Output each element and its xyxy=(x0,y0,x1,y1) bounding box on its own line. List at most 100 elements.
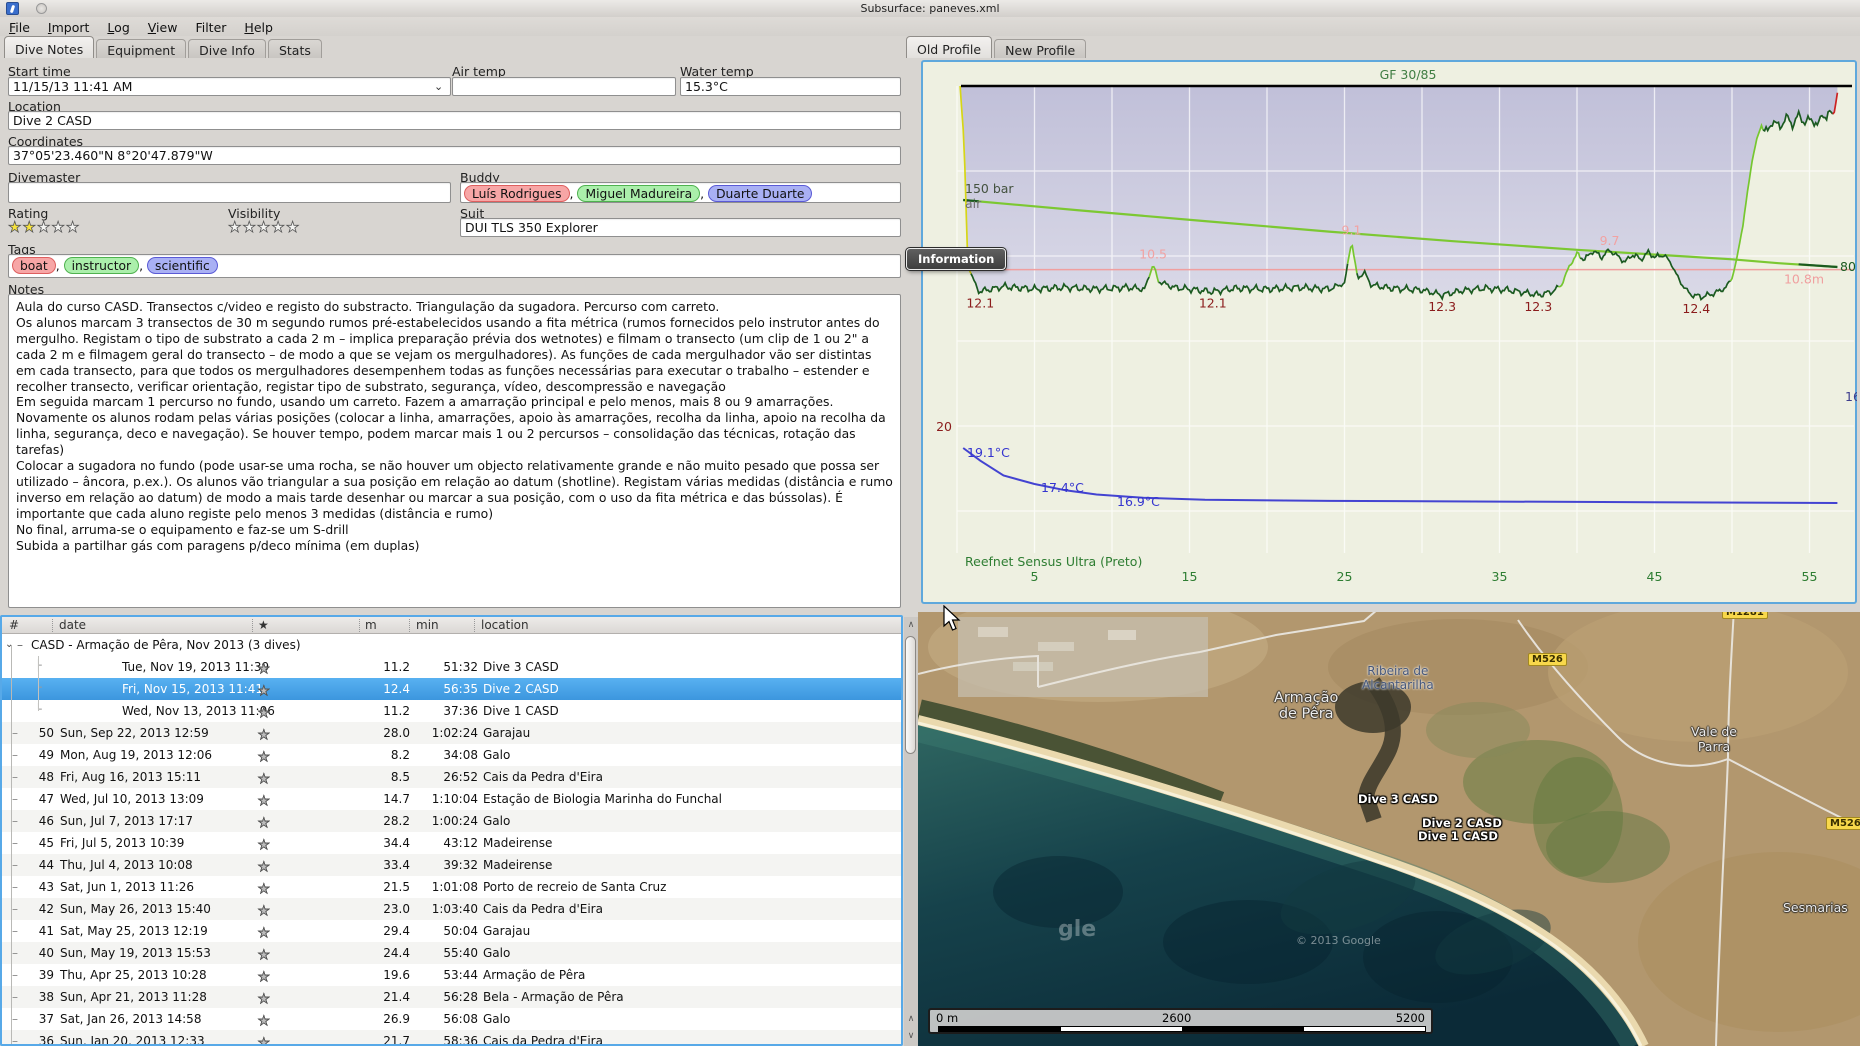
dive-row-43[interactable]: –43 Sat, Jun 1, 2013 11:26 ★ ★ ★ ★ ★ 21.5 1:01:0… xyxy=(2,876,901,898)
dive-row-37[interactable]: –37 Sat, Jan 26, 2013 14:58 ★ ★ ★ ★ ★ 26.9 56:08… xyxy=(2,1008,901,1030)
dive-row-dive-2-casd[interactable]: ├Fri, Nov 15, 2013 11:41★★★★★12.456:35Di… xyxy=(2,678,901,700)
star-icon[interactable]: ★ xyxy=(258,728,270,744)
dive-row-47[interactable]: –47 Wed, Jul 10, 2013 13:09 ★ ★ ★ ★ ★ 14.7 1:10:… xyxy=(2,788,901,810)
notes-field[interactable]: Aula do curso CASD. Transectos c/video e… xyxy=(8,294,901,608)
col-header-stars[interactable]: ★ xyxy=(258,618,269,632)
menu-view[interactable]: View xyxy=(139,18,187,35)
col-header-date[interactable]: date xyxy=(59,618,86,632)
dive-location-map[interactable]: 0 m 2600 5200 Armação de Pêra Ribeira de … xyxy=(918,612,1860,1046)
buddy-field[interactable]: Luís Rodrigues, Miguel Madureira, Duarte… xyxy=(460,182,901,203)
dive-row-42[interactable]: –42 Sun, May 26, 2013 15:40 ★ ★ ★ ★ ★ 23.0 1:03:… xyxy=(2,898,901,920)
tab-stats[interactable]: Stats xyxy=(267,39,322,58)
star-icon[interactable]: ★ xyxy=(258,992,270,1008)
chip-miguel-madureira[interactable]: Miguel Madureira xyxy=(577,185,701,202)
star-icon[interactable]: ★ xyxy=(258,860,270,876)
tags-field[interactable]: boat, instructor, scientific xyxy=(8,254,901,278)
water-temp-field[interactable] xyxy=(680,77,901,96)
star-icon[interactable]: ★ xyxy=(258,882,270,898)
star-icon[interactable]: ★ xyxy=(258,772,270,788)
star-icon[interactable]: ★ xyxy=(51,218,65,237)
dive-row-dive-1-casd[interactable]: └Wed, Nov 13, 2013 11:06★★★★★11.237:36Di… xyxy=(2,700,901,722)
col-header-m[interactable]: m xyxy=(365,618,377,632)
dive-depth: 8.2 xyxy=(390,748,410,762)
star-icon[interactable]: ★ xyxy=(36,218,51,237)
dive-row-50[interactable]: –50 Sun, Sep 22, 2013 12:59 ★ ★ ★ ★ ★ 28.0 1:02:… xyxy=(2,722,901,744)
dive-duration: 1:03:40 xyxy=(431,902,478,916)
star-icon[interactable]: ★ xyxy=(258,684,270,700)
star-icon[interactable]: ★ xyxy=(256,218,271,237)
dive-row-dive-3-casd[interactable]: ├Tue, Nov 19, 2013 11:39★★★★★11.251:32Di… xyxy=(2,656,901,678)
star-icon[interactable]: ★ xyxy=(258,816,270,832)
star-icon[interactable]: ★ xyxy=(258,1014,270,1030)
start-time-combo[interactable] xyxy=(8,77,451,96)
svg-text:5: 5 xyxy=(1031,569,1039,584)
dive-row-39[interactable]: –39 Thu, Apr 25, 2013 10:28 ★ ★ ★ ★ ★ 19.6 53:44… xyxy=(2,964,901,986)
dive-trip-group[interactable]: ⌄ – CASD - Armação de Pêra, Nov 2013 (3 di… xyxy=(2,634,901,656)
svg-text:12.3: 12.3 xyxy=(1428,299,1456,314)
dive-list-scrollbar[interactable]: ∧ ∧ ∨ xyxy=(904,617,918,1046)
chip-instructor[interactable]: instructor xyxy=(63,257,140,274)
star-icon[interactable]: ★ xyxy=(258,926,270,942)
star-icon[interactable]: ★ xyxy=(258,750,270,766)
col-header-location[interactable]: location xyxy=(481,618,529,632)
star-icon[interactable]: ★ xyxy=(285,218,300,237)
star-icon[interactable]: ★ xyxy=(242,218,256,237)
menu-help[interactable]: Help xyxy=(235,18,282,35)
star-icon[interactable]: ★ xyxy=(271,218,285,237)
dive-row-36[interactable]: –36 Sun, Jan 20, 2013 12:33 ★ ★ ★ ★ ★ 21.7 58:36… xyxy=(2,1030,901,1046)
air-temp-field[interactable] xyxy=(452,77,676,96)
scroll-up-icon[interactable]: ∧ xyxy=(904,617,918,634)
dive-row-48[interactable]: –48 Fri, Aug 16, 2013 15:11 ★ ★ ★ ★ ★ 8.5 26:52 C… xyxy=(2,766,901,788)
dive-date: Sun, Jan 20, 2013 12:33 xyxy=(60,1034,205,1046)
star-icon[interactable]: ★ xyxy=(258,970,270,986)
tab-dive-info[interactable]: Dive Info xyxy=(188,39,266,58)
dive-row-41[interactable]: –41 Sat, May 25, 2013 12:19 ★ ★ ★ ★ ★ 29.4 50:04… xyxy=(2,920,901,942)
chip-duarte-duarte[interactable]: Duarte Duarte xyxy=(708,185,813,202)
location-field[interactable] xyxy=(8,111,901,130)
star-icon[interactable]: ★ xyxy=(8,218,22,237)
dive-row-49[interactable]: –49 Mon, Aug 19, 2013 12:06 ★ ★ ★ ★ ★ 8.2 34:08 G… xyxy=(2,744,901,766)
chip-luís-rodrigues[interactable]: Luís Rodrigues xyxy=(464,185,570,202)
star-icon[interactable]: ★ xyxy=(228,218,242,237)
svg-text:15: 15 xyxy=(1182,569,1198,584)
menu-import[interactable]: Import xyxy=(39,18,99,35)
tab-dive-notes[interactable]: Dive Notes xyxy=(4,36,95,58)
star-icon[interactable]: ★ xyxy=(258,948,270,964)
scrollbar-thumb[interactable] xyxy=(905,636,916,754)
suit-field[interactable] xyxy=(460,218,901,237)
menu-log[interactable]: Log xyxy=(98,18,138,35)
star-icon[interactable]: ★ xyxy=(22,218,36,237)
dive-number: 44 xyxy=(38,858,54,872)
dive-row-46[interactable]: –46 Sun, Jul 7, 2013 17:17 ★ ★ ★ ★ ★ 28.2 1:00:2… xyxy=(2,810,901,832)
divemaster-field[interactable] xyxy=(8,182,451,203)
tab-old-profile[interactable]: Old Profile xyxy=(906,36,993,58)
col-header-num[interactable]: # xyxy=(9,618,19,632)
dive-row-45[interactable]: –45 Fri, Jul 5, 2013 10:39 ★ ★ ★ ★ ★ 34.4 43:12 M… xyxy=(2,832,901,854)
menu-file[interactable]: File xyxy=(0,18,39,35)
visibility-stars[interactable]: ★★★★★ xyxy=(228,217,300,237)
col-header-min[interactable]: min xyxy=(416,618,439,632)
dive-row-38[interactable]: –38 Sun, Apr 21, 2013 11:28 ★ ★ ★ ★ ★ 21.4 56:28… xyxy=(2,986,901,1008)
information-button[interactable]: Information xyxy=(904,247,1008,271)
menu-filter[interactable]: Filter xyxy=(186,18,235,35)
star-icon[interactable]: ★ xyxy=(258,904,270,920)
star-icon[interactable]: ★ xyxy=(258,706,270,722)
dive-row-40[interactable]: –40 Sun, May 19, 2013 15:53 ★ ★ ★ ★ ★ 24.4 55:40… xyxy=(2,942,901,964)
star-icon[interactable]: ★ xyxy=(65,218,80,237)
chevron-down-icon[interactable]: ⌄ xyxy=(434,80,443,93)
chip-boat[interactable]: boat xyxy=(12,257,56,274)
chip-scientific[interactable]: scientific xyxy=(147,257,218,274)
tab-equipment[interactable]: Equipment xyxy=(96,39,187,58)
coordinates-field[interactable] xyxy=(8,146,901,165)
star-icon[interactable]: ★ xyxy=(258,1036,270,1044)
collapse-arrow-icon[interactable]: ⌄ xyxy=(5,639,13,650)
star-icon[interactable]: ★ xyxy=(258,794,270,810)
dive-row-44[interactable]: –44 Thu, Jul 4, 2013 10:08 ★ ★ ★ ★ ★ 33.4 39:32 M… xyxy=(2,854,901,876)
dive-depth: 23.0 xyxy=(383,902,410,916)
star-icon[interactable]: ★ xyxy=(258,662,270,678)
tab-new-profile[interactable]: New Profile xyxy=(994,39,1087,58)
scroll-down-icon[interactable]: ∨ xyxy=(904,1028,918,1045)
star-icon[interactable]: ★ xyxy=(258,838,270,854)
scroll-up2-icon[interactable]: ∧ xyxy=(904,1011,918,1028)
rating-stars[interactable]: ★★★★★ xyxy=(8,217,80,237)
